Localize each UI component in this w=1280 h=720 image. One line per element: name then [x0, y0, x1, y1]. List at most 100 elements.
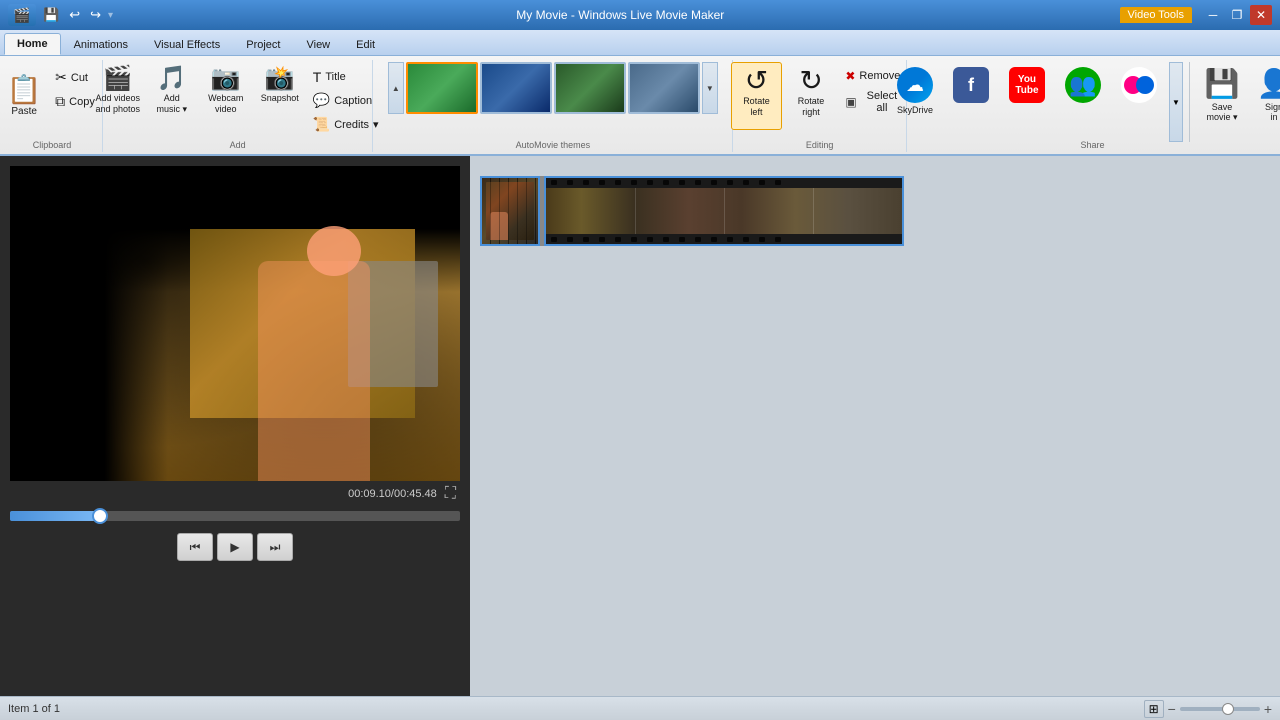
status-item: Item 1 of 1: [8, 703, 60, 715]
theme-scroll-area: [406, 62, 700, 114]
save-quick-button[interactable]: 💾: [40, 6, 62, 24]
video-tools-badge: Video Tools: [1120, 7, 1192, 23]
tab-project[interactable]: Project: [233, 33, 293, 55]
credits-icon: 📜: [313, 116, 330, 133]
clip-thumb-item[interactable]: [480, 176, 540, 246]
rotate-left-icon: ↺: [745, 67, 768, 95]
title-bar: 🎬 💾 ↩ ↪ ▾ My Movie - Windows Live Movie …: [0, 0, 1280, 30]
rotate-right-label: Rotateright: [798, 96, 825, 118]
theme-scroll-down[interactable]: ▼: [702, 62, 718, 114]
facebook-button[interactable]: f: [945, 62, 997, 130]
tab-animations[interactable]: Animations: [61, 33, 141, 55]
editing-group: ↺ Rotateleft ↻ Rotateright ✖ Remove ▣ Se…: [733, 60, 907, 152]
add-right-side: T Title 💬 Caption 📜 Credits ▾: [308, 66, 384, 136]
webcam-label: Webcamvideo: [208, 93, 243, 115]
tab-visual-effects[interactable]: Visual Effects: [141, 33, 233, 55]
sign-in-button[interactable]: 👤 Signin: [1252, 62, 1280, 130]
rotate-right-icon: ↻: [799, 67, 822, 95]
tab-edit[interactable]: Edit: [343, 33, 388, 55]
minimize-button[interactable]: ─: [1202, 5, 1224, 25]
ribbon: 📋 Paste ✂ Cut ⧉ Copy Clipboard: [0, 56, 1280, 156]
ribbon-tabs: Home Animations Visual Effects Project V…: [0, 30, 1280, 56]
close-button[interactable]: ✕: [1250, 5, 1272, 25]
window-controls: ─ ❐ ✕: [1202, 5, 1272, 25]
zoom-handle[interactable]: [1222, 703, 1234, 715]
copy-icon: ⧉: [55, 93, 65, 110]
storyboard: [480, 176, 1270, 246]
rotate-left-button[interactable]: ↺ Rotateleft: [731, 62, 782, 130]
snapshot-label: Snapshot: [261, 93, 299, 104]
caption-icon: 💬: [313, 92, 330, 109]
separator: [1189, 62, 1190, 142]
zoom-slider[interactable]: [1180, 707, 1260, 711]
facebook-icon: f: [953, 67, 989, 103]
app-title: My Movie - Windows Live Movie Maker: [121, 8, 1119, 22]
share-group: ☁ SkyDrive f YouTube 👥: [907, 60, 1278, 152]
clip-thumbnail: [482, 178, 538, 244]
messenger-button[interactable]: 👥: [1057, 62, 1109, 130]
clip-main-item[interactable]: [544, 176, 904, 246]
redo-button[interactable]: ↪: [87, 6, 104, 24]
rewind-button[interactable]: ⏮: [177, 533, 213, 561]
progress-bar[interactable]: [10, 511, 460, 521]
storyboard-view-button[interactable]: ⊞: [1144, 700, 1164, 718]
progress-fill: [10, 511, 100, 521]
webcam-button[interactable]: 📷 Webcamvideo: [200, 62, 252, 130]
clipboard-content: 📋 Paste ✂ Cut ⧉ Copy: [2, 62, 102, 150]
quick-access-toolbar: 🎬 💾 ↩ ↪ ▾: [8, 4, 113, 26]
theme-fade[interactable]: [628, 62, 700, 114]
paste-icon: 📋: [7, 76, 42, 104]
playback-controls: ⏮ ▶ ⏭: [10, 533, 460, 561]
clip-container-2: [544, 176, 904, 246]
theme-scroll-up[interactable]: ▲: [388, 62, 404, 114]
paste-button[interactable]: 📋 Paste: [2, 62, 46, 130]
sign-in-icon: 👤: [1257, 67, 1280, 100]
share-label: Share: [907, 140, 1278, 150]
preview-area: 00:09.10/00:45.48 ⛶ ⏮ ▶ ⏭: [0, 156, 470, 696]
title-button[interactable]: T Title: [308, 66, 384, 88]
skydrive-button[interactable]: ☁ SkyDrive: [889, 62, 941, 130]
add-group: 🎬 Add videosand photos 🎵 Addmusic ▾ 📷 We…: [103, 60, 373, 152]
title-icon: T: [313, 69, 322, 85]
save-movie-icon: 💾: [1205, 67, 1240, 100]
video-frame: [10, 166, 460, 481]
add-videos-label: Add videosand photos: [95, 93, 140, 115]
skydrive-icon: ☁: [897, 67, 933, 103]
play-button[interactable]: ▶: [217, 533, 253, 561]
add-videos-button[interactable]: 🎬 Add videosand photos: [92, 62, 144, 130]
app-menu-button[interactable]: 🎬: [8, 4, 36, 26]
fast-forward-button[interactable]: ⏭: [257, 533, 293, 561]
youtube-button[interactable]: YouTube: [1001, 62, 1053, 130]
zoom-in-button[interactable]: +: [1264, 701, 1272, 717]
remove-icon: ✖: [845, 69, 855, 83]
theme-contemporary[interactable]: [480, 62, 552, 114]
snapshot-button[interactable]: 📸 Snapshot: [254, 62, 306, 130]
save-movie-button[interactable]: 💾 Savemovie ▾: [1196, 62, 1248, 130]
video-preview[interactable]: [10, 166, 460, 481]
add-videos-icon: 🎬: [103, 67, 133, 91]
credits-button[interactable]: 📜 Credits ▾: [308, 113, 384, 136]
tab-home[interactable]: Home: [4, 33, 61, 55]
theme-cinematic[interactable]: [554, 62, 626, 114]
add-music-icon: 🎵: [157, 67, 187, 91]
expand-icon[interactable]: ⛶: [445, 485, 456, 503]
undo-button[interactable]: ↩: [66, 6, 83, 24]
theme-none[interactable]: [406, 62, 478, 114]
flickr-button[interactable]: [1113, 62, 1165, 130]
restore-button[interactable]: ❐: [1226, 5, 1248, 25]
youtube-icon: YouTube: [1009, 67, 1045, 103]
time-display: 00:09.10/00:45.48: [348, 488, 437, 500]
snapshot-icon: 📸: [265, 67, 295, 91]
caption-button[interactable]: 💬 Caption: [308, 89, 384, 112]
tab-view[interactable]: View: [293, 33, 343, 55]
add-music-button[interactable]: 🎵 Addmusic ▾: [146, 62, 198, 130]
editing-content: ↺ Rotateleft ↻ Rotateright ✖ Remove ▣ Se…: [731, 62, 908, 150]
clip-container-1: [480, 176, 540, 246]
rotate-right-button[interactable]: ↻ Rotateright: [786, 62, 837, 130]
zoom-out-button[interactable]: −: [1168, 701, 1176, 717]
video-time: 00:09.10/00:45.48 ⛶: [10, 485, 460, 503]
timeline-area: [470, 156, 1280, 696]
progress-handle[interactable]: [92, 508, 108, 524]
main-content: 00:09.10/00:45.48 ⛶ ⏮ ▶ ⏭: [0, 156, 1280, 696]
share-more-button[interactable]: ▼: [1169, 62, 1183, 142]
